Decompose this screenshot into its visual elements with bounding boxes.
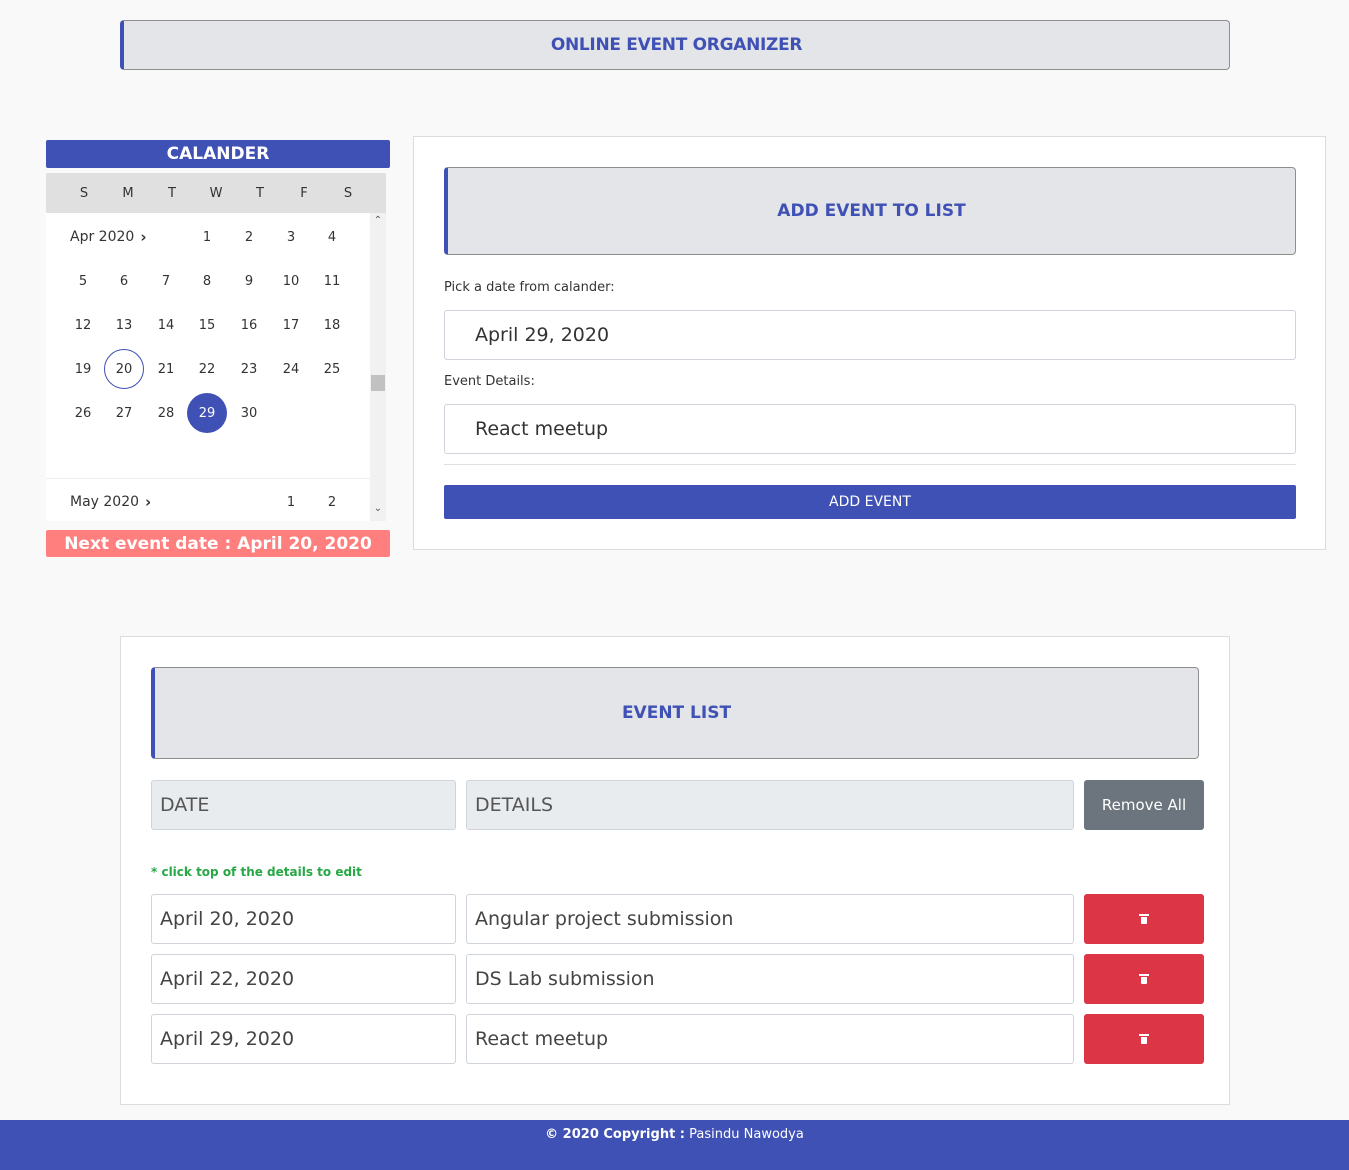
chevron-right-icon[interactable]: › [140,228,146,246]
date-column-header: DATE [151,780,456,830]
delete-event-button[interactable] [1084,894,1204,944]
calendar-day[interactable]: 10 [271,261,311,301]
app-title: ONLINE EVENT ORGANIZER [550,35,803,55]
trash-icon [1139,974,1149,984]
trash-icon [1139,914,1149,924]
chevron-up-icon[interactable]: ⌃ [370,215,386,226]
add-event-header: ADD EVENT TO LIST [444,167,1296,255]
calendar-day[interactable]: 6 [104,261,144,301]
event-details-cell[interactable]: DS Lab submission [466,954,1074,1004]
event-details-cell[interactable]: Angular project submission [466,894,1074,944]
app-title-banner: ONLINE EVENT ORGANIZER [120,20,1230,70]
calendar-day[interactable]: 28 [146,393,186,433]
calendar-day[interactable]: 11 [312,261,352,301]
edit-hint: * click top of the details to edit [151,865,362,879]
calendar-day[interactable]: 5 [63,261,103,301]
weekday-label: W [209,185,223,201]
calendar-day[interactable]: 26 [63,393,103,433]
add-event-button[interactable]: ADD EVENT [444,485,1296,519]
calendar-day[interactable]: 2 [229,217,269,257]
month-label-text: Apr 2020 [70,229,135,245]
weekday-label: T [168,185,176,201]
calendar-day[interactable]: 15 [187,305,227,345]
month-label-may[interactable]: May 2020 › [70,493,151,511]
add-event-panel: ADD EVENT TO LIST Pick a date from calan… [413,136,1326,550]
copyright-name: Pasindu Nawodya [689,1127,804,1142]
weekday-label: T [256,185,264,201]
trash-icon [1139,1034,1149,1044]
event-list-heading: EVENT LIST [621,703,732,723]
weekday-label: M [122,185,134,201]
calendar-day[interactable]: 16 [229,305,269,345]
next-event-banner: Next event date : April 20, 2020 [46,530,390,557]
divider [444,464,1296,465]
delete-event-button[interactable] [1084,1014,1204,1064]
calendar-day[interactable]: 21 [146,349,186,389]
calendar-day[interactable]: 22 [187,349,227,389]
calendar-day[interactable]: 17 [271,305,311,345]
scrollbar-thumb[interactable] [371,375,385,391]
calendar-day[interactable]: 29 [187,393,227,433]
calendar-day[interactable]: 1 [271,482,311,521]
calendar-day[interactable]: 24 [271,349,311,389]
calendar-day[interactable]: 25 [312,349,352,389]
calendar-day[interactable]: 8 [187,261,227,301]
calendar-day[interactable]: 23 [229,349,269,389]
event-details-input[interactable]: React meetup [444,404,1296,454]
weekday-label: F [300,185,308,201]
calendar-scrollbar[interactable]: ⌃ ⌄ [370,213,386,521]
details-column-header: DETAILS [466,780,1074,830]
month-label-apr[interactable]: Apr 2020 › [70,228,147,246]
weekday-label: S [79,185,89,201]
calendar-body: Apr 2020 › May 2020 › 1 2 3 4 5 6 7 8 9 10 11 12 13 1… [46,213,370,521]
event-date-cell[interactable]: April 22, 2020 [151,954,456,1004]
event-details-cell[interactable]: React meetup [466,1014,1074,1064]
footer: © 2020 Copyright : Pasindu Nawodya [0,1120,1349,1170]
add-event-heading: ADD EVENT TO LIST [777,201,966,221]
month-label-text: May 2020 [70,494,140,510]
calendar-day[interactable]: 12 [63,305,103,345]
delete-event-button[interactable] [1084,954,1204,1004]
chevron-right-icon[interactable]: › [145,493,151,511]
calendar-day[interactable]: 14 [146,305,186,345]
calendar-day[interactable]: 3 [271,217,311,257]
calendar-day[interactable]: 30 [229,393,269,433]
calendar-day[interactable]: 7 [146,261,186,301]
calendar-day[interactable]: 2 [312,482,352,521]
calendar-day[interactable]: 19 [63,349,103,389]
calendar-day[interactable]: 20 [104,349,144,389]
event-date-cell[interactable]: April 20, 2020 [151,894,456,944]
calendar-day[interactable]: 1 [187,217,227,257]
details-field-label: Event Details: [444,374,535,389]
calendar-day[interactable]: 27 [104,393,144,433]
event-date-cell[interactable]: April 29, 2020 [151,1014,456,1064]
weekday-label: S [343,185,353,201]
event-list-panel: EVENT LIST DATE DETAILS Remove All * cli… [120,636,1230,1105]
chevron-down-icon[interactable]: ⌄ [370,503,386,514]
copyright-prefix: © 2020 Copyright : [545,1127,686,1142]
date-field-label: Pick a date from calander: [444,280,615,295]
calendar-day[interactable]: 9 [229,261,269,301]
calendar-day[interactable]: 18 [312,305,352,345]
remove-all-button[interactable]: Remove All [1084,780,1204,830]
calendar-title: CALANDER [46,140,390,168]
calendar-day[interactable]: 13 [104,305,144,345]
month-divider [46,478,370,479]
event-list-header: EVENT LIST [151,667,1199,759]
date-field[interactable]: April 29, 2020 [444,310,1296,360]
calendar-weekdays: S M T W T F S [46,173,386,213]
calendar-day[interactable]: 4 [312,217,352,257]
